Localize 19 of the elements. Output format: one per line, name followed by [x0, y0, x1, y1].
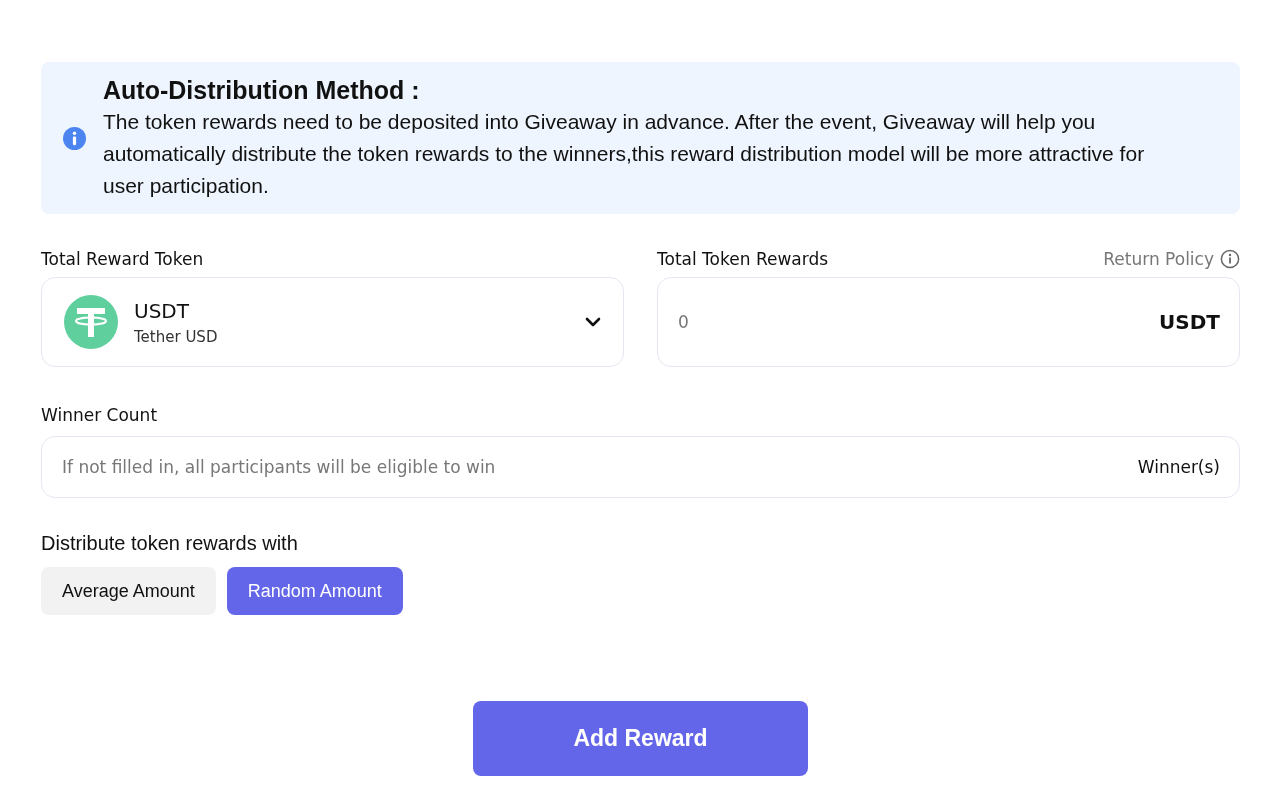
return-policy-link[interactable]: Return Policy	[1103, 249, 1214, 269]
field-label: Distribute token rewards with	[41, 532, 299, 555]
field-label: Winner Count	[41, 405, 159, 425]
distribution-option[interactable]: Random Amount	[226, 567, 403, 615]
token-name: Tether USD	[134, 327, 219, 346]
notice-title: Auto-Distribution Method :	[103, 75, 421, 106]
unit-label: Winner(s)	[1137, 457, 1220, 477]
notice-text: The token rewards need to be deposited into Giveaway in advance. After the event, Giveaway will help you automatically distribute the token rewards to the winners,this reward distribution model will be more attractive for user participation.	[103, 109, 1146, 199]
distribution-option[interactable]: Average Amount	[41, 567, 216, 615]
field-label: Total Reward Token	[41, 249, 205, 269]
chevron-down-icon	[585, 317, 601, 327]
add-reward-button[interactable]: Add Reward	[473, 701, 808, 776]
unit-label: USDT	[1159, 310, 1220, 334]
info-icon	[1220, 249, 1240, 269]
info-icon	[63, 126, 86, 150]
token-symbol: USDT	[134, 298, 190, 323]
token-select[interactable]: USDT Tether USD	[41, 277, 624, 367]
field-label: Total Token Rewards	[657, 249, 830, 269]
token-logo-icon	[64, 295, 118, 349]
